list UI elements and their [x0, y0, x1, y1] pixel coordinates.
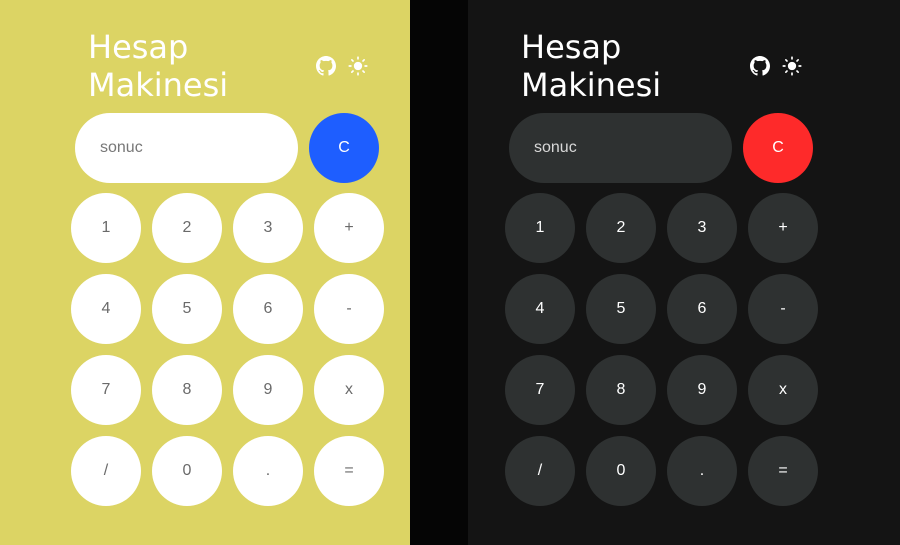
result-display: sonuc — [509, 113, 732, 183]
clear-button[interactable]: C — [309, 113, 379, 183]
key-1[interactable]: 1 — [505, 193, 575, 263]
key-equals[interactable]: = — [314, 436, 384, 506]
github-icon[interactable] — [316, 56, 336, 76]
key-plus[interactable]: + — [748, 193, 818, 263]
key-6[interactable]: 6 — [233, 274, 303, 344]
light-theme-calculator: Hesap Makinesi sonuc C 1 2 3 + 4 5 6 - 7… — [0, 0, 410, 545]
app-title: Hesap Makinesi — [521, 28, 661, 104]
key-4[interactable]: 4 — [71, 274, 141, 344]
key-9[interactable]: 9 — [233, 355, 303, 425]
result-display: sonuc — [75, 113, 298, 183]
keypad: 1 2 3 + 4 5 6 - 7 8 9 x / 0 . = — [71, 193, 384, 506]
sun-icon[interactable] — [348, 56, 368, 76]
key-0[interactable]: 0 — [152, 436, 222, 506]
key-minus[interactable]: - — [314, 274, 384, 344]
key-divide[interactable]: / — [505, 436, 575, 506]
dark-theme-calculator: Hesap Makinesi sonuc C 1 2 3 + 4 5 6 - 7… — [468, 0, 900, 545]
key-plus[interactable]: + — [314, 193, 384, 263]
key-4[interactable]: 4 — [505, 274, 575, 344]
key-1[interactable]: 1 — [71, 193, 141, 263]
key-9[interactable]: 9 — [667, 355, 737, 425]
key-decimal[interactable]: . — [667, 436, 737, 506]
key-3[interactable]: 3 — [233, 193, 303, 263]
title-line-1: Hesap — [88, 28, 189, 66]
key-decimal[interactable]: . — [233, 436, 303, 506]
clear-button[interactable]: C — [743, 113, 813, 183]
key-multiply[interactable]: x — [314, 355, 384, 425]
key-8[interactable]: 8 — [586, 355, 656, 425]
keypad: 1 2 3 + 4 5 6 - 7 8 9 x / 0 . = — [505, 193, 818, 506]
key-5[interactable]: 5 — [152, 274, 222, 344]
header-icons — [750, 56, 802, 76]
key-5[interactable]: 5 — [586, 274, 656, 344]
key-7[interactable]: 7 — [505, 355, 575, 425]
title-line-1: Hesap — [521, 28, 622, 66]
github-icon[interactable] — [750, 56, 770, 76]
key-equals[interactable]: = — [748, 436, 818, 506]
panel-divider — [410, 0, 468, 545]
key-3[interactable]: 3 — [667, 193, 737, 263]
key-6[interactable]: 6 — [667, 274, 737, 344]
title-line-2: Makinesi — [521, 66, 662, 104]
key-divide[interactable]: / — [71, 436, 141, 506]
key-minus[interactable]: - — [748, 274, 818, 344]
header-icons — [316, 56, 368, 76]
key-multiply[interactable]: x — [748, 355, 818, 425]
key-2[interactable]: 2 — [586, 193, 656, 263]
key-7[interactable]: 7 — [71, 355, 141, 425]
app-title: Hesap Makinesi — [88, 28, 228, 104]
key-8[interactable]: 8 — [152, 355, 222, 425]
key-2[interactable]: 2 — [152, 193, 222, 263]
title-line-2: Makinesi — [88, 66, 229, 104]
sun-icon[interactable] — [782, 56, 802, 76]
key-0[interactable]: 0 — [586, 436, 656, 506]
